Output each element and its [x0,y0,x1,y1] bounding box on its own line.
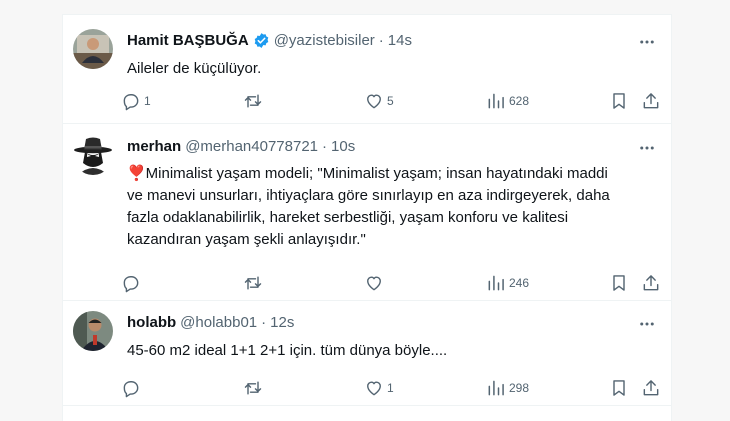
tweet-header: Hamit BAŞBUĞA @yazistebisiler · 14s [127,30,412,50]
tweet-actions: 246 [121,273,667,293]
like-icon [367,94,381,109]
tweet[interactable]: Hamit BAŞBUĞA @yazistebisiler · 14s Aile… [63,15,671,124]
separator-dot: · [261,313,267,331]
timestamp[interactable]: 14s [388,32,412,49]
display-name[interactable]: merhan [127,138,181,155]
tweet-header: merhan @merhan40778721 · 10s [127,136,355,156]
tweet-feed: Hamit BAŞBUĞA @yazistebisiler · 14s Aile… [62,14,672,421]
tweet-actions: 1 298 [121,378,667,398]
tweet-text-line: 45-60 m2 ideal 1+1 2+1 için. tüm dünya b… [127,342,448,359]
separator-dot: · [322,137,328,155]
tweet[interactable]: holabb @holabb01 · 12s 45-60 m2 ideal 1+… [63,300,671,406]
bookmark-button[interactable] [609,91,629,111]
avatar[interactable] [73,311,113,351]
share-button[interactable] [641,273,661,293]
like-count: 5 [387,94,394,108]
reply-icon [123,94,139,111]
share-button[interactable] [641,378,661,398]
tweet-text-line: Aileler de küçülüyor. [127,60,262,77]
repost-icon [244,276,262,290]
display-name[interactable]: holabb [127,314,176,331]
tweet-text: 45-60 m2 ideal 1+1 2+1 için. tüm dünya b… [127,340,647,362]
avatar[interactable] [73,29,113,69]
tweet-actions: 1 5 628 [121,91,667,111]
tweet-text: Aileler de küçülüyor. [127,58,647,80]
repost-icon [244,381,262,395]
like-button[interactable]: 1 [364,378,394,398]
like-button[interactable]: 5 [364,91,394,111]
reply-icon [123,381,139,398]
like-icon [367,381,381,396]
like-button[interactable] [364,273,387,293]
views-button[interactable]: 628 [486,91,529,111]
user-handle[interactable]: @merhan40778721 [185,138,318,155]
more-icon[interactable] [637,138,657,158]
views-button[interactable]: 298 [486,378,529,398]
views-count: 628 [509,94,530,108]
user-handle[interactable]: @yazistebisiler [274,32,375,49]
reply-button[interactable] [121,378,144,398]
views-button[interactable]: 246 [486,273,529,293]
share-icon [643,275,659,291]
like-icon [367,276,381,291]
user-handle[interactable]: @holabb01 [180,314,257,331]
tweet-text-line: ❣️Minimalist yaşam modeli; "Minimalist y… [127,165,608,182]
reply-button[interactable] [121,273,144,293]
avatar[interactable] [73,135,113,175]
timestamp[interactable]: 12s [270,314,294,331]
views-icon [488,275,504,291]
more-icon[interactable] [637,32,657,52]
verified-badge-icon [253,32,270,49]
repost-button[interactable] [243,91,266,111]
bookmark-icon [613,275,625,291]
tweet-text: ❣️Minimalist yaşam modeli; "Minimalist y… [127,163,647,251]
tweet-text-line: kazandıran yaşam şekli anlayışıdır." [127,231,366,248]
views-count: 246 [509,276,530,290]
bookmark-button[interactable] [609,378,629,398]
bookmark-button[interactable] [609,273,629,293]
tweet-text-line: fazla odaklanabilirlik, hareket serbestl… [127,209,569,226]
repost-button[interactable] [243,273,266,293]
reply-count: 1 [144,94,151,108]
repost-button[interactable] [243,378,266,398]
timestamp[interactable]: 10s [331,138,355,155]
share-icon [643,380,659,396]
display-name[interactable]: Hamit BAŞBUĞA [127,32,249,49]
more-icon[interactable] [637,314,657,334]
like-count: 1 [387,381,394,395]
tweet-text-line: ve manevi unsurları, ihtiyaçlara göre sı… [127,187,610,204]
tweet-header: holabb @holabb01 · 12s [127,312,294,332]
repost-icon [244,94,262,108]
bookmark-icon [613,93,625,109]
separator-dot: · [378,31,384,49]
reply-button[interactable]: 1 [121,91,151,111]
views-icon [488,93,504,109]
views-icon [488,380,504,396]
share-button[interactable] [641,91,661,111]
views-count: 298 [509,381,530,395]
reply-icon [123,276,139,293]
tweet[interactable]: merhan @merhan40778721 · 10s ❣️Minimalis… [63,123,671,301]
bookmark-icon [613,380,625,396]
share-icon [643,93,659,109]
